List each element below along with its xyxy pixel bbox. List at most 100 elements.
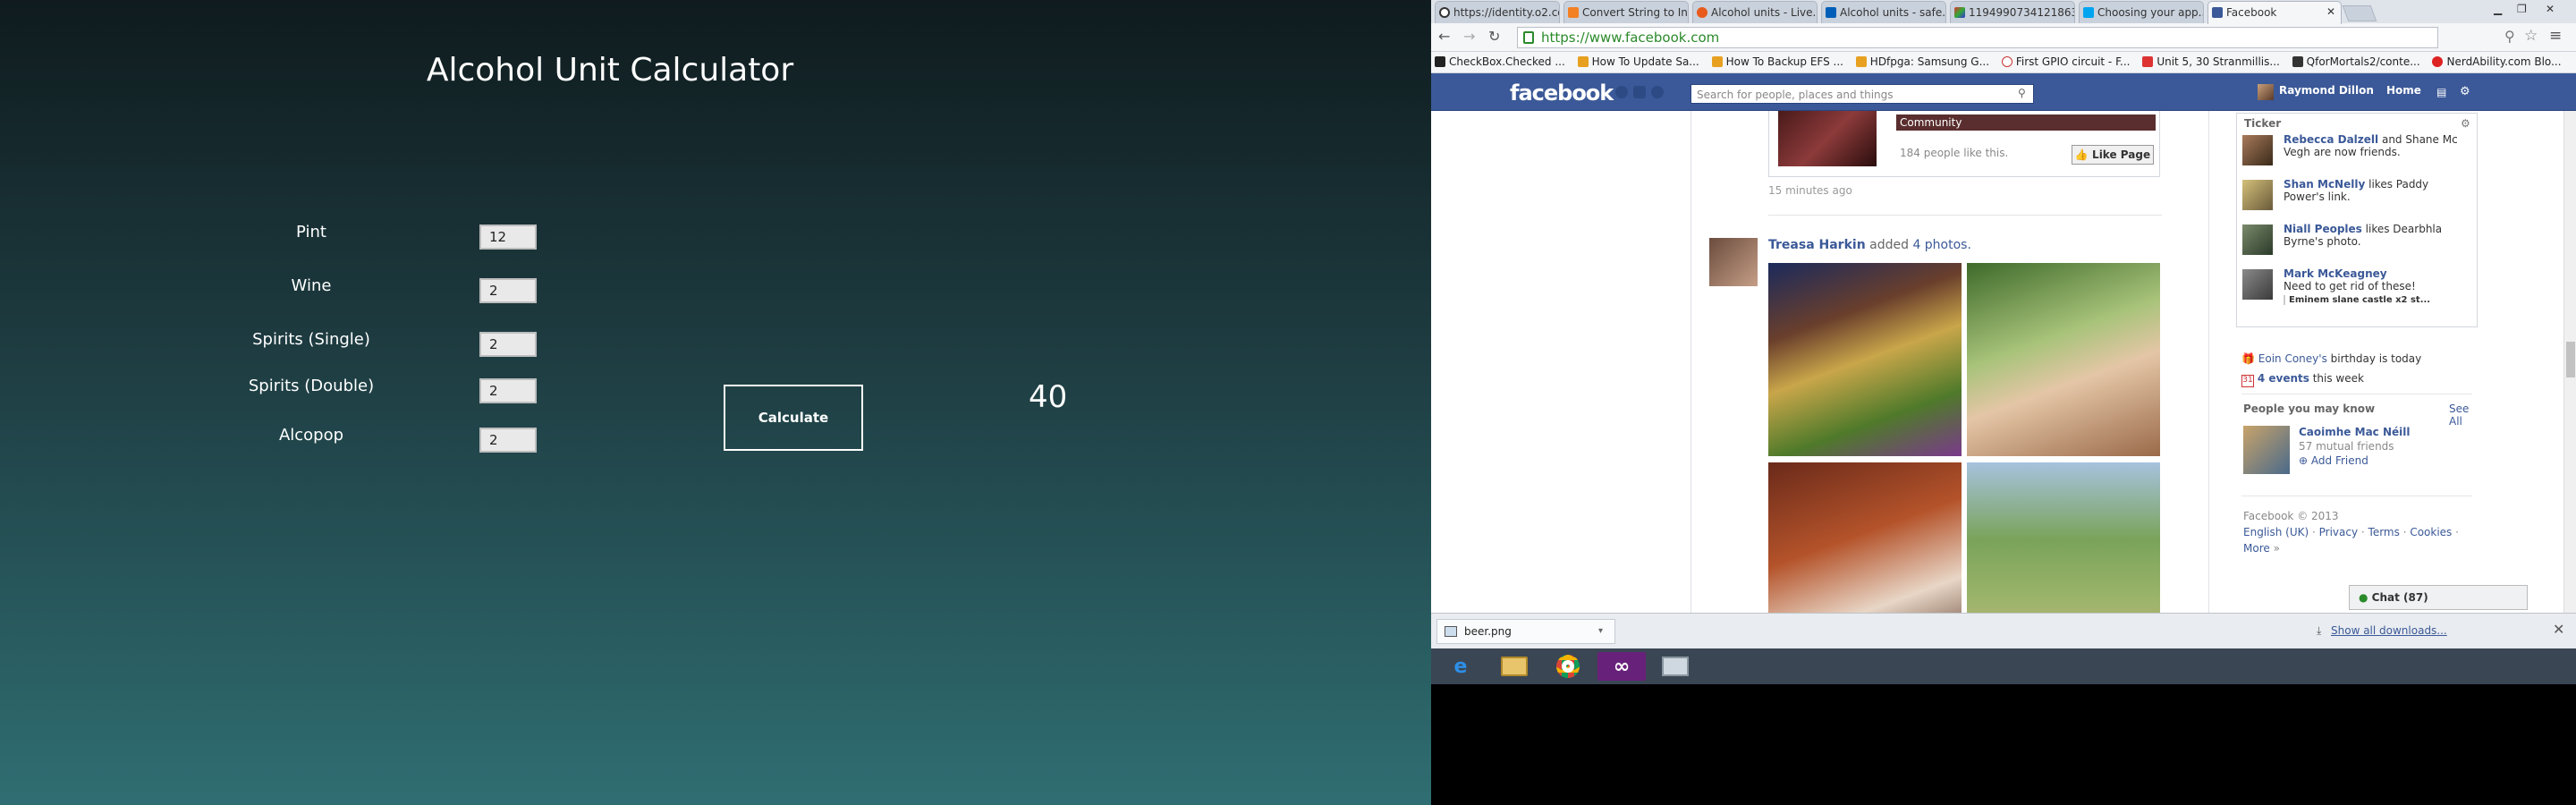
download-item[interactable]: beer.png ▾ bbox=[1436, 619, 1615, 644]
chrome-icon[interactable] bbox=[1544, 652, 1592, 681]
url-field[interactable]: https://www.facebook.com bbox=[1517, 27, 2438, 48]
timestamp[interactable]: 15 minutes ago bbox=[1768, 184, 1852, 197]
footer-link-more[interactable]: More bbox=[2243, 542, 2270, 555]
spirits-single-input[interactable]: 2 bbox=[479, 332, 537, 357]
wine-label: Wine bbox=[291, 276, 332, 295]
result-value: 40 bbox=[1029, 379, 1068, 415]
bookmark-label: How To Backup EFS ... bbox=[1725, 55, 1843, 68]
show-all-downloads-link[interactable]: Show all downloads... bbox=[2331, 624, 2447, 637]
bookmark-gpio[interactable]: First GPIO circuit - F... bbox=[1998, 52, 2136, 68]
post-author-link[interactable]: Treasa Harkin bbox=[1768, 238, 1866, 252]
star-icon[interactable]: ☆ bbox=[2524, 27, 2538, 45]
avatar[interactable] bbox=[2258, 84, 2274, 100]
footer-link-privacy[interactable]: Privacy bbox=[2319, 526, 2358, 538]
like-page-button[interactable]: 👍 Like Page bbox=[2072, 145, 2154, 165]
events-count[interactable]: 4 events bbox=[2258, 372, 2309, 385]
birthday-reminder[interactable]: 🎁 Eoin Coney's birthday is today bbox=[2241, 352, 2421, 365]
ticker-item[interactable]: Shan McNelly likes Paddy Power's link. bbox=[2242, 178, 2466, 223]
wine-input[interactable]: 2 bbox=[479, 278, 537, 303]
alcopop-input[interactable]: 2 bbox=[479, 428, 537, 453]
profile-link[interactable]: Raymond Dillon bbox=[2279, 84, 2374, 97]
ie-icon[interactable]: e bbox=[1436, 652, 1485, 681]
thumbs-up-icon: 👍 bbox=[2074, 148, 2089, 161]
ticker-item[interactable]: Mark McKeagney Need to get rid of these! E… bbox=[2242, 267, 2466, 321]
footer-link-language[interactable]: English (UK) bbox=[2243, 526, 2309, 538]
bookmark-qformortals[interactable]: QforMortals2/conte... bbox=[2289, 52, 2426, 68]
add-friend-link[interactable]: ⊕ Add Friend bbox=[2299, 454, 2368, 467]
img-icon bbox=[1954, 7, 1965, 18]
privacy-shortcuts-icon[interactable]: ▤ bbox=[2436, 86, 2446, 98]
menu-icon[interactable]: ≡ bbox=[2549, 27, 2562, 45]
tab-alcohol-live[interactable]: Alcohol units - Live... bbox=[1692, 1, 1818, 23]
pint-label: Pint bbox=[296, 223, 326, 242]
bookmark-hdfpga[interactable]: HDfpga: Samsung G... bbox=[1852, 52, 1995, 68]
facebook-logo[interactable]: facebook bbox=[1510, 80, 1614, 106]
birthday-name[interactable]: Eoin Coney's bbox=[2258, 352, 2327, 365]
ticker-item[interactable]: Niall Peoples likes Dearbhla Byrne's pho… bbox=[2242, 223, 2466, 267]
tab-o2[interactable]: https://identity.o2.co.uk/... bbox=[1435, 1, 1560, 23]
back-icon[interactable]: ← bbox=[1438, 28, 1450, 45]
minimize-icon[interactable]: ▁ bbox=[2494, 3, 2502, 15]
maximize-icon[interactable]: ❐ bbox=[2517, 3, 2527, 15]
home-link[interactable]: Home bbox=[2386, 84, 2421, 97]
post-photos-link[interactable]: 4 photos. bbox=[1912, 238, 1970, 252]
avatar[interactable] bbox=[2243, 426, 2290, 474]
calculator-app: Alcohol Unit Calculator Pint 12 Wine 2 S… bbox=[0, 0, 1431, 805]
search-icon[interactable]: ⚲ bbox=[2018, 87, 2026, 99]
tab-choosing-app[interactable]: Choosing your app... bbox=[2079, 1, 2204, 23]
tab-facebook[interactable]: Facebook ✕ bbox=[2207, 1, 2342, 24]
mutual-friends[interactable]: 57 mutual friends bbox=[2299, 440, 2394, 453]
avatar[interactable] bbox=[1709, 238, 1758, 286]
see-all-link[interactable]: See All bbox=[2449, 402, 2478, 428]
zoom-icon[interactable]: ⚲ bbox=[2504, 28, 2515, 45]
divider bbox=[1768, 215, 2162, 216]
notifications-icon[interactable] bbox=[1651, 86, 1664, 98]
tab-image[interactable]: 11949907341218633... bbox=[1950, 1, 2075, 23]
close-icon[interactable]: ✕ bbox=[2553, 621, 2564, 638]
gear-icon[interactable]: ⚙ bbox=[2460, 85, 2470, 98]
forward-icon[interactable]: → bbox=[1463, 28, 1475, 45]
bookmark-unit5[interactable]: Unit 5, 30 Stranmillis... bbox=[2139, 52, 2285, 68]
bookmark-icon bbox=[2142, 56, 2154, 67]
bookmark-backup[interactable]: How To Backup EFS ... bbox=[1708, 52, 1849, 68]
ticker-item[interactable]: Rebecca Dalzell and Shane Mc Vegh are no… bbox=[2242, 133, 2466, 178]
pint-input[interactable]: 12 bbox=[479, 225, 537, 250]
bookmark-nerdability[interactable]: NerdAbility.com Blo... bbox=[2428, 52, 2566, 68]
events-reminder[interactable]: 31 4 events this week bbox=[2241, 372, 2364, 387]
chevron-down-icon[interactable]: ▾ bbox=[1598, 620, 1603, 643]
avatar bbox=[2242, 180, 2273, 210]
close-window-icon[interactable]: ✕ bbox=[2546, 3, 2555, 15]
facebook-search-input[interactable]: Search for people, places and things bbox=[1690, 84, 2034, 104]
ticker-settings-icon[interactable]: ⚙ bbox=[2461, 117, 2470, 130]
footer-link-cookies[interactable]: Cookies bbox=[2410, 526, 2452, 538]
address-bar: ← → ↻ https://www.facebook.com ⚲ ☆ ≡ bbox=[1431, 23, 2576, 52]
bookmark-icon bbox=[1435, 56, 1445, 67]
bookmark-label: HDfpga: Samsung G... bbox=[1869, 55, 1990, 68]
new-tab-button[interactable] bbox=[2342, 5, 2377, 21]
spirits-double-input[interactable]: 2 bbox=[479, 378, 537, 403]
ticker-name: Rebecca Dalzell bbox=[2284, 133, 2379, 146]
footer-link-terms[interactable]: Terms bbox=[2368, 526, 2400, 538]
pymk-name-link[interactable]: Caoimhe Mac Néill bbox=[2299, 426, 2410, 438]
post-photo[interactable] bbox=[1768, 263, 1962, 456]
reload-icon[interactable]: ↻ bbox=[1488, 28, 1500, 45]
explorer-icon[interactable] bbox=[1490, 652, 1538, 681]
post-photo[interactable] bbox=[1967, 263, 2160, 456]
chat-bar[interactable]: ● Chat (87) bbox=[2349, 585, 2528, 610]
calculate-button[interactable]: Calculate bbox=[724, 385, 863, 451]
tab-alcohol-safe[interactable]: Alcohol units - safe... bbox=[1821, 1, 1946, 23]
bookmark-icon bbox=[2001, 56, 2012, 67]
visual-studio-icon[interactable]: ∞ bbox=[1597, 652, 1646, 681]
scrollbar[interactable] bbox=[2563, 111, 2576, 613]
bookmark-icon bbox=[1711, 56, 1723, 67]
bookmarks-bar: CheckBox.Checked ... How To Update Sa...… bbox=[1431, 52, 2576, 73]
bookmark-update[interactable]: How To Update Sa... bbox=[1574, 52, 1705, 68]
remote-desktop-icon[interactable] bbox=[1651, 652, 1699, 681]
tab-convert-string[interactable]: Convert String to In... bbox=[1563, 1, 1689, 23]
messages-icon[interactable] bbox=[1633, 86, 1646, 98]
bookmark-checkbox[interactable]: CheckBox.Checked ... bbox=[1431, 52, 1571, 68]
scroll-thumb[interactable] bbox=[2566, 342, 2575, 377]
friend-requests-icon[interactable] bbox=[1615, 86, 1628, 98]
close-tab-icon[interactable]: ✕ bbox=[2326, 5, 2335, 18]
page-image[interactable] bbox=[1778, 111, 1877, 166]
